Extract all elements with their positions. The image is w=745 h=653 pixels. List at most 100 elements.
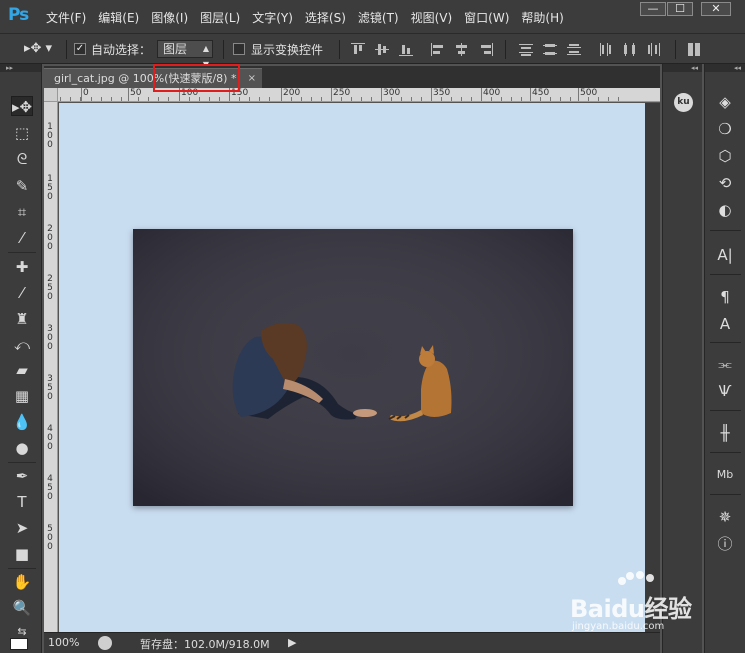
menu-layer[interactable]: 图层(L) bbox=[200, 9, 240, 26]
align-horizontal-center-icon[interactable] bbox=[455, 43, 469, 56]
menu-help[interactable]: 帮助(H) bbox=[521, 9, 563, 26]
menu-window[interactable]: 窗口(W) bbox=[464, 9, 509, 26]
ruler-label: 0 bbox=[47, 492, 53, 502]
distribute-left-icon[interactable] bbox=[599, 43, 613, 56]
panel-collapse-icon[interactable]: ◂◂ bbox=[663, 64, 702, 72]
minimize-button[interactable]: — bbox=[640, 2, 666, 16]
dodge-tool-icon[interactable]: ● bbox=[11, 438, 33, 458]
girl-and-cat-photo bbox=[133, 229, 573, 506]
mini-bridge-icon[interactable]: Mb bbox=[714, 464, 736, 486]
lasso-tool-icon[interactable]: ᘓ bbox=[11, 149, 33, 169]
menu-items: 文件(F) 编辑(E) 图像(I) 图层(L) 文字(Y) 选择(S) 滤镜(T… bbox=[46, 9, 576, 26]
menu-file[interactable]: 文件(F) bbox=[46, 9, 86, 26]
distribute-bottom-icon[interactable] bbox=[567, 43, 581, 56]
ruler-minor-tick bbox=[570, 97, 571, 101]
tools-panel-collapse-icon[interactable]: ▸▸ bbox=[0, 64, 41, 72]
blur-tool-icon[interactable]: 💧 bbox=[11, 412, 33, 432]
distribute-right-icon[interactable] bbox=[647, 43, 661, 56]
distribute-horizontal-center-icon[interactable] bbox=[623, 43, 637, 56]
horizontal-ruler[interactable]: 50050100150200250300350400450500 bbox=[44, 88, 660, 102]
auto-align-layers-icon[interactable] bbox=[687, 43, 701, 56]
ruler-minor-tick bbox=[361, 97, 362, 101]
panel-divider bbox=[710, 230, 741, 231]
info-icon[interactable]: ⓘ bbox=[714, 533, 736, 555]
ku-badge[interactable]: ku bbox=[674, 93, 693, 112]
panel-divider bbox=[710, 342, 741, 343]
align-top-icon[interactable] bbox=[351, 43, 365, 56]
align-left-icon[interactable] bbox=[431, 43, 445, 56]
watermark-brand: Baidu经验 bbox=[570, 595, 692, 623]
menu-edit[interactable]: 编辑(E) bbox=[98, 9, 139, 26]
history-icon[interactable]: ⟲ bbox=[714, 172, 736, 194]
align-right-icon[interactable] bbox=[479, 43, 493, 56]
menu-type[interactable]: 文字(Y) bbox=[252, 9, 293, 26]
options-divider bbox=[66, 40, 67, 59]
foreground-color-swatch[interactable] bbox=[10, 638, 28, 650]
zoom-level[interactable]: 100% bbox=[48, 636, 79, 649]
ruler-minor-tick bbox=[421, 97, 422, 101]
vertical-ruler[interactable]: 100150200250300350400450500 bbox=[44, 102, 58, 632]
menu-view[interactable]: 视图(V) bbox=[411, 9, 453, 26]
crop-tool-icon[interactable]: ⌗ bbox=[11, 202, 33, 222]
adjustments-icon[interactable]: ◐ bbox=[714, 199, 736, 221]
close-tab-icon[interactable]: × bbox=[248, 69, 256, 88]
distribute-vertical-center-icon[interactable] bbox=[543, 43, 557, 56]
brush-presets-icon[interactable]: ⫘ bbox=[714, 353, 736, 375]
panel-expand-icon[interactable]: ◂◂ bbox=[705, 64, 745, 72]
zoom-tool-icon[interactable]: 🔍 bbox=[11, 598, 33, 618]
ruler-minor-tick bbox=[259, 97, 260, 101]
layers-icon[interactable]: ◈ bbox=[714, 91, 736, 113]
timeline-icon[interactable]: ╫ bbox=[714, 422, 736, 444]
panel-dock: ◂◂ ◈ ❍ ⬡ ⟲ ◐ A| ¶ A ⫘ Ѱ ╫ Mb ✵ ⓘ bbox=[704, 64, 745, 653]
menu-select[interactable]: 选择(S) bbox=[305, 9, 346, 26]
options-bar: ▸✥ ▾ ✓ 自动选择： 图层 ▲ ▼ 显示变换控件 bbox=[0, 34, 745, 69]
distribute-top-icon[interactable] bbox=[519, 43, 533, 56]
clone-stamp-tool-icon[interactable]: ♜ bbox=[11, 309, 33, 329]
character-styles-icon[interactable]: A bbox=[714, 313, 736, 335]
ruler-minor-tick bbox=[111, 97, 112, 101]
show-transform-checkbox[interactable] bbox=[233, 43, 245, 55]
rectangle-tool-icon[interactable]: ■ bbox=[11, 544, 33, 564]
healing-brush-tool-icon[interactable]: ✚ bbox=[11, 257, 33, 277]
eraser-tool-icon[interactable]: ▰ bbox=[11, 360, 33, 380]
brush-tool-icon[interactable]: ⁄ bbox=[11, 283, 33, 303]
narrow-panel-dock: ◂◂ ku bbox=[662, 64, 702, 653]
menu-filter[interactable]: 滤镜(T) bbox=[358, 9, 399, 26]
type-tool-icon[interactable]: T bbox=[11, 492, 33, 512]
path-selection-tool-icon[interactable]: ➤ bbox=[11, 518, 33, 538]
align-bottom-icon[interactable] bbox=[399, 43, 413, 56]
auto-select-checkbox[interactable]: ✓ bbox=[74, 43, 86, 55]
move-tool-preset-icon[interactable]: ▸✥ ▾ bbox=[24, 41, 52, 56]
ruler-tick bbox=[128, 88, 129, 101]
pen-tool-icon[interactable]: ✒ bbox=[11, 466, 33, 486]
channels-icon[interactable]: ❍ bbox=[714, 118, 736, 140]
ruler-origin[interactable] bbox=[44, 88, 58, 102]
rectangular-marquee-tool-icon[interactable]: ⬚ bbox=[11, 123, 33, 143]
panel-divider bbox=[710, 274, 741, 275]
restore-button[interactable]: ☐ bbox=[667, 2, 693, 16]
close-window-button[interactable]: ✕ bbox=[701, 2, 731, 16]
ruler-label: 0 bbox=[47, 342, 53, 352]
hand-tool-icon[interactable]: ✋ bbox=[11, 572, 33, 592]
align-vertical-center-icon[interactable] bbox=[375, 43, 389, 56]
document-image[interactable] bbox=[133, 229, 573, 506]
status-info-icon[interactable] bbox=[98, 636, 112, 650]
paragraph-styles-icon[interactable]: ¶ bbox=[714, 286, 736, 308]
vertical-scrollbar[interactable] bbox=[645, 103, 660, 632]
character-icon[interactable]: A| bbox=[714, 244, 736, 266]
menu-image[interactable]: 图像(I) bbox=[151, 9, 188, 26]
move-tool-icon[interactable]: ▸✥ bbox=[11, 96, 33, 116]
quick-selection-tool-icon[interactable]: ✎ bbox=[11, 176, 33, 196]
brush-icon[interactable]: Ѱ bbox=[714, 380, 736, 402]
3d-icon[interactable]: ⬡ bbox=[714, 145, 736, 167]
ruler-minor-tick bbox=[451, 97, 452, 101]
ruler-minor-tick bbox=[608, 97, 609, 101]
ruler-minor-tick bbox=[341, 97, 342, 101]
auto-select-target-dropdown[interactable]: 图层 ▲ ▼ bbox=[157, 40, 213, 69]
gradient-tool-icon[interactable]: ▦ bbox=[11, 386, 33, 406]
eyedropper-tool-icon[interactable]: ⁄ bbox=[11, 228, 33, 248]
navigator-icon[interactable]: ✵ bbox=[714, 506, 736, 528]
ruler-minor-tick bbox=[311, 97, 312, 101]
status-menu-arrow-icon[interactable]: ▶ bbox=[288, 636, 296, 649]
history-brush-tool-icon[interactable]: ⤺ bbox=[11, 335, 33, 355]
